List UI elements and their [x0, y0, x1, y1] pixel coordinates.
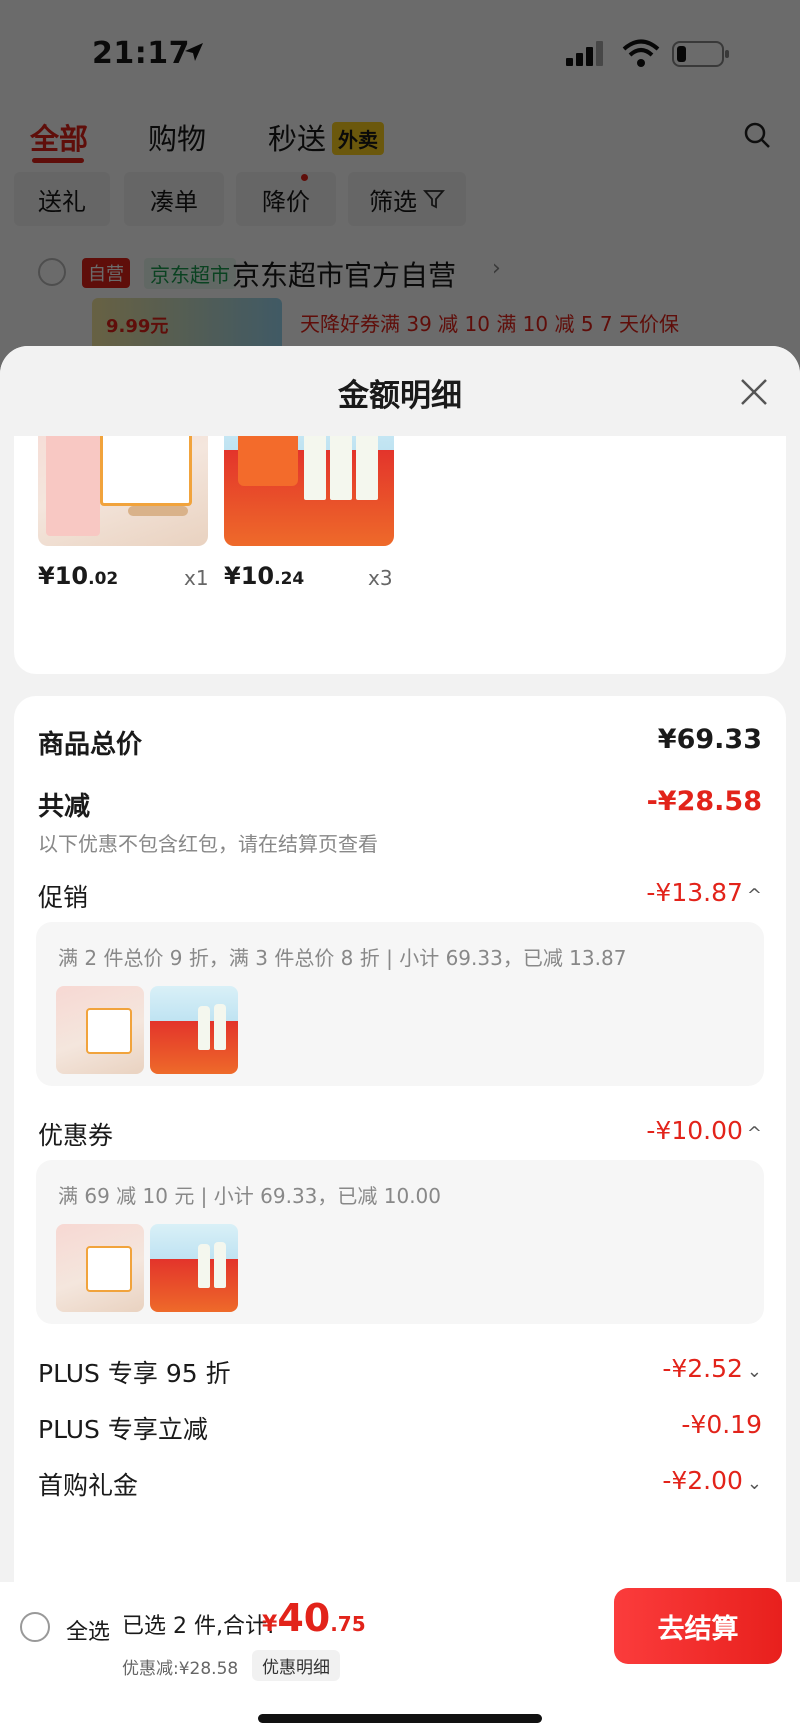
first-buy-value: -¥2.00 ⌄ [662, 1466, 762, 1495]
first-buy-amount: -¥2.00 [662, 1466, 743, 1495]
tab-shopping[interactable]: 购物 [148, 116, 206, 158]
row-total-price: 商品总价 ¥69.33 [38, 718, 762, 762]
location-arrow-icon [185, 43, 203, 61]
plus-instant-label: PLUS 专享立减 [38, 1415, 208, 1444]
discount-detail-button[interactable]: 优惠明细 [252, 1650, 340, 1681]
chip-price-drop-label: 降价 [262, 187, 310, 216]
total-reduction-label: 共减 [38, 792, 91, 822]
chip-gift[interactable]: 送礼 [14, 172, 110, 226]
chevron-down-icon: ⌄ [746, 1361, 762, 1382]
reduction-note: 以下优惠不包含红包，请在结算页查看 [38, 832, 378, 856]
chevron-down-icon: ⌄ [746, 1473, 762, 1494]
sheet-header: 金额明细 [0, 346, 800, 436]
chip-filter[interactable]: 筛选 [348, 172, 466, 226]
price-int: ¥10 [38, 562, 89, 590]
tab-miaosong[interactable]: 秒送 [268, 116, 326, 158]
row-first-buy[interactable]: 首购礼金 -¥2.00 ⌄ [38, 1460, 762, 1504]
checkout-button[interactable]: 去结算 [614, 1588, 782, 1664]
plus-95-value: -¥2.52 ⌄ [662, 1354, 762, 1383]
status-time: 21:17 [92, 36, 190, 71]
chevron-up-icon: ^ [746, 885, 762, 906]
price-dec: .02 [88, 569, 119, 589]
coupon-detail-text: 满 69 减 10 元 | 小计 69.33，已减 10.00 [58, 1184, 442, 1208]
select-all-label[interactable]: 全选 [66, 1614, 110, 1646]
row-plus-instant: PLUS 专享立减 -¥0.19 [38, 1404, 762, 1448]
promotion-thumb-milk [150, 986, 238, 1074]
yogurt-tub [86, 1008, 132, 1054]
promotion-detail-box: 满 2 件总价 9 折，满 3 件总价 8 折 | 小计 69.33，已减 13… [36, 922, 764, 1086]
yogurt-tub [86, 1246, 132, 1292]
total-dec: .75 [330, 1612, 366, 1636]
total-price-value: ¥69.33 [657, 724, 762, 755]
store-select-radio[interactable] [38, 258, 66, 286]
total-price-label: 商品总价 [38, 730, 143, 760]
wifi-icon [622, 39, 660, 67]
chevron-right-icon: › [492, 256, 501, 281]
selected-count-text: 已选 2 件,合计: [122, 1614, 275, 1639]
self-operated-badge: 自营 [82, 258, 130, 288]
home-indicator[interactable] [258, 1714, 542, 1723]
promotion-amount: -¥13.87 [646, 878, 743, 907]
promotion-value: -¥13.87 ^ [646, 878, 762, 907]
coupon-label: 优惠券 [38, 1121, 114, 1150]
product-qty: x1 [184, 566, 209, 590]
row-promotion[interactable]: 促销 -¥13.87 ^ [38, 872, 762, 916]
discount-summary: 优惠减:¥28.58 [122, 1659, 239, 1679]
sheet-title: 金额明细 [338, 378, 462, 414]
chip-price-drop[interactable]: 降价 [236, 172, 336, 226]
product-qty: x3 [368, 566, 393, 590]
plus-instant-value: -¥0.19 [681, 1410, 762, 1439]
close-icon[interactable] [736, 374, 772, 410]
coupon-detail-box: 满 69 减 10 元 | 小计 69.33，已减 10.00 [36, 1160, 764, 1324]
search-icon[interactable] [742, 120, 772, 150]
tab-all[interactable]: 全部 [30, 116, 88, 158]
amount-detail-card: 商品总价 ¥69.33 共减 -¥28.58 以下优惠不包含红包，请在结算页查看… [14, 696, 786, 1706]
milk-bottle [198, 1244, 210, 1288]
promotion-thumb-yogurt [56, 986, 144, 1074]
store-promo-line: 天降好券满 39 减 10 满 10 减 5 7 天价保 [300, 312, 680, 336]
chip-filter-label: 筛选 [369, 187, 417, 216]
filter-funnel-icon [423, 190, 445, 209]
store-thumb-price: 9.99元 [106, 316, 169, 337]
milk-bottle [198, 1006, 210, 1050]
row-coupon[interactable]: 优惠券 -¥10.00 ^ [38, 1110, 762, 1154]
total-int: 40 [277, 1596, 331, 1640]
coupon-thumb-milk [150, 1224, 238, 1312]
jd-supermarket-tag: 京东超市 [144, 258, 236, 289]
status-bar: 21:17 [0, 0, 800, 100]
spoon [128, 506, 188, 516]
coupon-amount: -¥10.00 [646, 1116, 743, 1145]
battery-icon [672, 41, 729, 67]
grand-total: ¥40.75 [262, 1596, 366, 1640]
store-name[interactable]: 京东超市官方自营 [232, 254, 456, 294]
milk-bottle [214, 1242, 226, 1288]
promotion-label: 促销 [38, 883, 89, 912]
waimai-badge: 外卖 [332, 122, 384, 155]
top-nav: 全部 购物 秒送 外卖 [0, 110, 800, 170]
product-price: ¥10.24 [224, 562, 304, 590]
row-total-reduction: 共减 -¥28.58 [38, 780, 762, 824]
plus-95-label: PLUS 专享 95 折 [38, 1359, 231, 1388]
promotion-detail-text: 满 2 件总价 9 折，满 3 件总价 8 折 | 小计 69.33，已减 13… [58, 946, 627, 970]
notification-dot [301, 174, 308, 181]
plus-95-amount: -¥2.52 [662, 1354, 743, 1383]
price-dec: .24 [274, 569, 305, 589]
chevron-up-icon: ^ [746, 1123, 762, 1144]
cellular-signal-icon [566, 41, 603, 66]
chip-add-on[interactable]: 凑单 [124, 172, 224, 226]
milk-bottle [214, 1004, 226, 1050]
total-currency: ¥ [262, 1612, 278, 1637]
price-int: ¥10 [224, 562, 275, 590]
coupon-thumb-yogurt [56, 1224, 144, 1312]
checkout-bar: 全选 已选 2 件,合计: ¥40.75 优惠减:¥28.58 优惠明细 去结算 [0, 1582, 800, 1733]
tab-underline [32, 158, 84, 163]
background-page: 21:17 全部 购物 秒送 外卖 送礼 凑单 降价 筛选 自营 京东超市 京东… [0, 0, 800, 394]
first-buy-label: 首购礼金 [38, 1471, 139, 1500]
row-plus-95[interactable]: PLUS 专享 95 折 -¥2.52 ⌄ [38, 1348, 762, 1392]
coupon-value: -¥10.00 ^ [646, 1116, 762, 1145]
amount-detail-sheet: ¥10.02 x1 ¥10.24 x3 金额明细 商品总价 ¥69.33 共减 … [0, 346, 800, 1733]
total-reduction-value: -¥28.58 [646, 786, 762, 817]
product-price: ¥10.02 [38, 562, 118, 590]
select-all-radio[interactable] [20, 1612, 50, 1642]
